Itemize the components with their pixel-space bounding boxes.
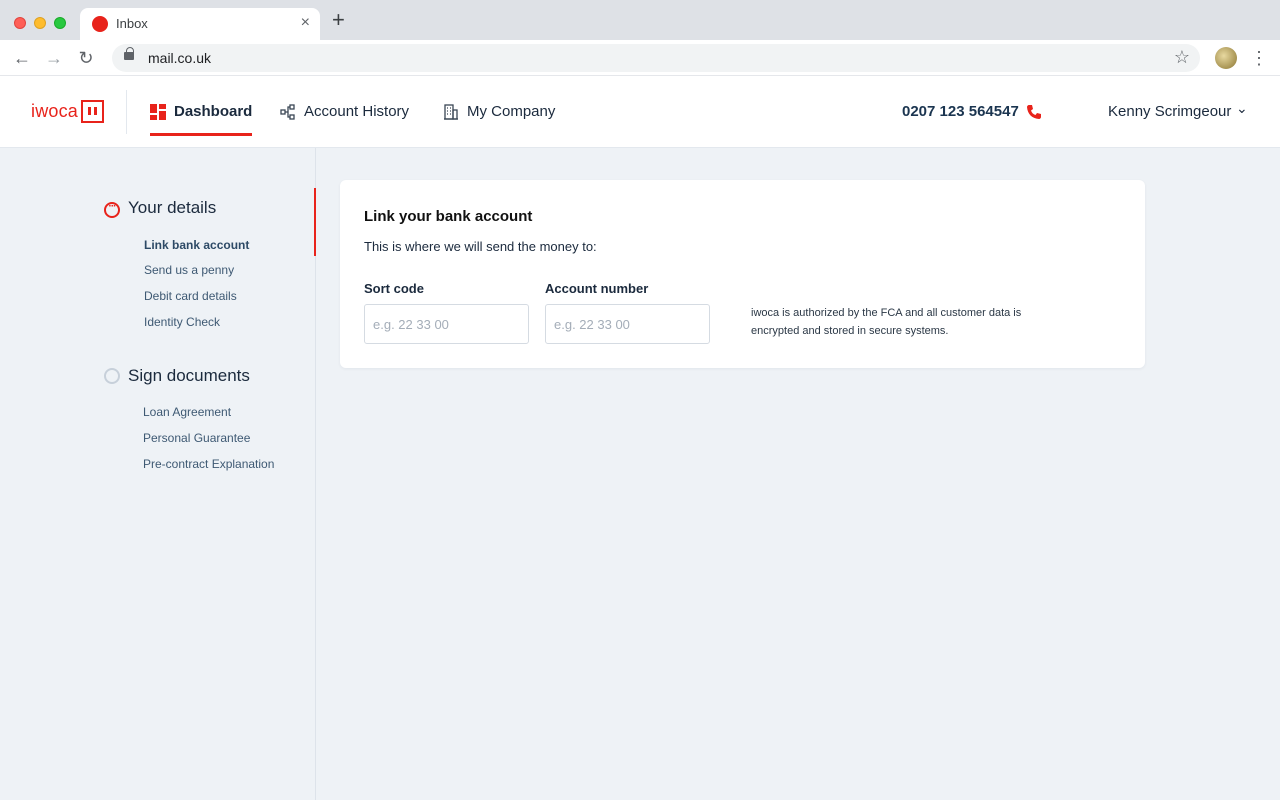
nav-account-history-label: Account History bbox=[304, 103, 410, 120]
account-number-input[interactable] bbox=[545, 304, 710, 344]
sidebar-item-send-us-a-penny[interactable]: Send us a penny bbox=[144, 263, 234, 277]
tab-favicon-icon bbox=[92, 16, 108, 32]
back-arrow-icon[interactable]: ← bbox=[11, 47, 33, 69]
in-progress-status-icon: ··· bbox=[104, 201, 120, 218]
link-bank-account-card: Link your bank account This is where we … bbox=[340, 180, 1145, 368]
active-step-marker bbox=[314, 188, 316, 256]
browser-tab-inbox[interactable]: Inbox × bbox=[80, 8, 320, 40]
nav-my-company-label: My Company bbox=[467, 103, 556, 120]
address-bar[interactable]: mail.co.uk ☆ bbox=[112, 44, 1200, 72]
new-tab-button[interactable]: + bbox=[332, 9, 345, 31]
nav-account-history[interactable]: Account History bbox=[280, 102, 409, 136]
tab-title: Inbox bbox=[116, 16, 148, 31]
iwoca-logo-text[interactable]: iwoca bbox=[31, 101, 78, 122]
browser-toolbar: ← → ↻ mail.co.uk ☆ ⋮ bbox=[0, 40, 1280, 76]
card-title: Link your bank account bbox=[364, 208, 533, 225]
sort-code-input[interactable] bbox=[364, 304, 529, 344]
section-sign-documents[interactable]: Sign documents bbox=[128, 366, 250, 386]
section-your-details[interactable]: Your details bbox=[128, 198, 216, 218]
dashboard-icon bbox=[150, 104, 166, 120]
header-divider bbox=[126, 90, 127, 134]
phone-number[interactable]: 0207 123 564547 bbox=[902, 103, 1019, 120]
url-text: mail.co.uk bbox=[148, 50, 212, 66]
card-subtitle: This is where we will send the money to: bbox=[364, 239, 597, 254]
user-menu-name[interactable]: Kenny Scrimgeour bbox=[1108, 103, 1231, 120]
sidebar-item-debit-card-details[interactable]: Debit card details bbox=[144, 289, 237, 303]
lock-icon bbox=[124, 47, 134, 60]
window-zoom-button[interactable] bbox=[54, 17, 66, 29]
company-building-icon bbox=[444, 104, 458, 120]
bookmark-star-icon[interactable]: ☆ bbox=[1174, 47, 1190, 68]
phone-icon[interactable] bbox=[1026, 104, 1042, 125]
nav-dashboard-label: Dashboard bbox=[174, 103, 253, 120]
app-header: iwoca Dashboard Account History My Compa… bbox=[0, 76, 1280, 148]
sidebar-item-loan-agreement[interactable]: Loan Agreement bbox=[143, 405, 231, 419]
sidebar-item-identity-check[interactable]: Identity Check bbox=[144, 315, 220, 329]
fca-security-note: iwoca is authorized by the FCA and all c… bbox=[751, 307, 1022, 337]
browser-menu-icon[interactable]: ⋮ bbox=[1250, 48, 1268, 68]
browser-tab-bar: Inbox × + bbox=[0, 0, 1280, 40]
window-minimize-button[interactable] bbox=[34, 17, 46, 29]
iwoca-logo-icon[interactable] bbox=[81, 100, 104, 123]
nav-dashboard[interactable]: Dashboard bbox=[150, 102, 253, 136]
not-started-status-icon bbox=[104, 368, 120, 384]
sort-code-label: Sort code bbox=[364, 281, 424, 296]
account-history-icon bbox=[280, 104, 295, 120]
sidebar-item-link-bank-account[interactable]: Link bank account bbox=[144, 238, 249, 252]
window-close-button[interactable] bbox=[14, 17, 26, 29]
browser-profile-avatar[interactable] bbox=[1215, 47, 1237, 69]
reload-icon[interactable]: ↻ bbox=[75, 47, 97, 69]
account-number-label: Account number bbox=[545, 281, 649, 296]
sidebar-item-personal-guarantee[interactable]: Personal Guarantee bbox=[143, 431, 250, 445]
tab-close-icon[interactable]: × bbox=[301, 14, 310, 32]
nav-my-company[interactable]: My Company bbox=[443, 102, 555, 136]
sidebar-item-pre-contract-explanation[interactable]: Pre-contract Explanation bbox=[143, 457, 274, 471]
forward-arrow-icon[interactable]: → bbox=[43, 47, 65, 69]
chevron-down-icon[interactable]: ⌄ bbox=[1236, 100, 1248, 117]
